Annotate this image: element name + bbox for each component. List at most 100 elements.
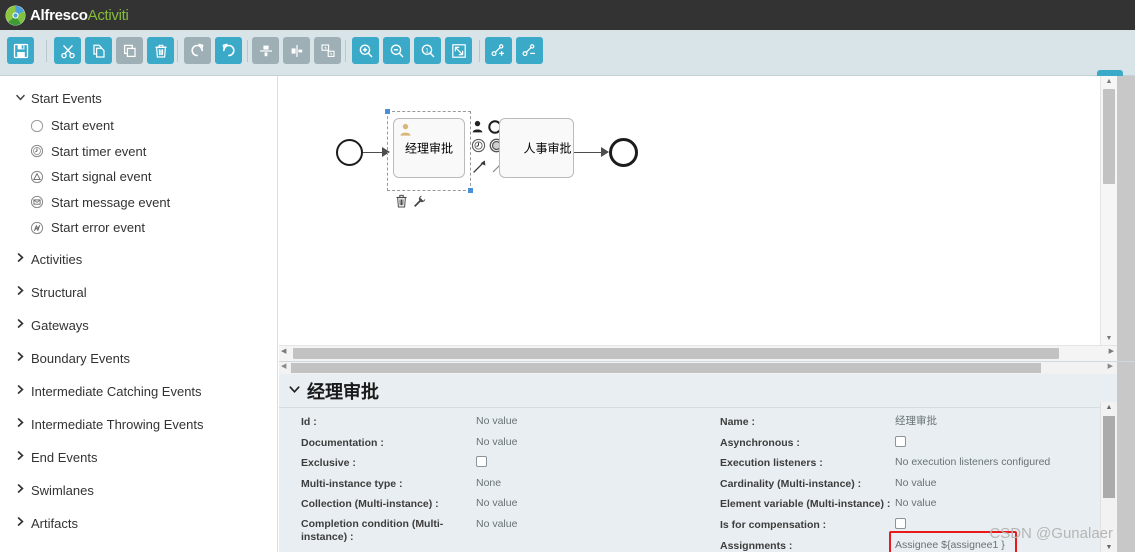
window-scroll-track-lower[interactable]: [1117, 362, 1135, 552]
palette-group-label: Activities: [31, 251, 83, 267]
end-event-node[interactable]: [609, 138, 638, 167]
scroll-right-arrow-icon[interactable]: ▶: [1109, 347, 1114, 355]
property-value: [476, 454, 698, 471]
resize-handle-nw[interactable]: [385, 109, 390, 114]
property-label: Collection (Multi-instance) :: [301, 498, 439, 511]
properties-vertical-scrollbar[interactable]: ▲ ▼: [1100, 402, 1117, 552]
palette-group-intermediate-catching-events[interactable]: Intermediate Catching Events: [0, 377, 277, 406]
user-task-manager-approval[interactable]: 经理审批: [393, 118, 465, 178]
user-task-hr-approval[interactable]: 人事审批: [499, 118, 574, 178]
resize-handle-se[interactable]: [468, 188, 473, 193]
scroll-down-arrow-icon[interactable]: ▼: [1101, 544, 1117, 551]
window-scroll-track[interactable]: [1117, 76, 1135, 361]
wrench-icon[interactable]: [413, 195, 426, 213]
quick-timer-event-icon[interactable]: [471, 138, 486, 158]
chevron-right-icon: [14, 418, 27, 430]
canvas-vertical-scrollbar[interactable]: ▲ ▼: [1100, 76, 1117, 345]
is-for-compensation-checkbox[interactable]: [895, 517, 906, 529]
palette-group-boundary-events[interactable]: Boundary Events: [0, 344, 277, 373]
add-step-button[interactable]: [485, 37, 512, 64]
palette-item-start-message-event[interactable]: Start message event: [0, 190, 277, 216]
bpmn-diagram-canvas[interactable]: 经理审批 人事审批: [279, 76, 1117, 345]
envelope-circle-icon: [30, 195, 44, 209]
properties-horizontal-scrollbar[interactable]: ◀ ▶: [279, 362, 1117, 374]
palette-group-gateways[interactable]: Gateways: [0, 311, 277, 340]
scroll-up-arrow-icon[interactable]: ▲: [1101, 77, 1117, 87]
shape-palette: Start Events Start event Start timer eve…: [0, 76, 278, 552]
palette-group-structural[interactable]: Structural: [0, 278, 277, 307]
properties-horizontal-scroll-thumb[interactable]: [291, 363, 1041, 373]
toolbar-group-zoom: 1: [352, 37, 472, 64]
sequence-flow-1[interactable]: [363, 152, 383, 154]
sequence-flow-2[interactable]: [574, 152, 603, 154]
remove-step-button[interactable]: [516, 37, 543, 64]
palette-group-artifacts[interactable]: Artifacts: [0, 509, 277, 538]
delete-button[interactable]: [147, 37, 174, 64]
delete-icon[interactable]: [395, 194, 408, 213]
exclusive-checkbox[interactable]: [476, 456, 487, 468]
scroll-down-arrow-icon[interactable]: ▼: [1101, 334, 1117, 344]
undo-button[interactable]: [215, 37, 242, 64]
canvas-horizontal-scrollbar[interactable]: ◀ ▶: [279, 345, 1117, 361]
start-event-node[interactable]: [336, 139, 363, 166]
properties-panel: ◀ ▶ 经理审批 Id : No value Documentation : N…: [279, 361, 1135, 552]
palette-group-intermediate-throwing-events[interactable]: Intermediate Throwing Events: [0, 410, 277, 439]
property-label: Element variable (Multi-instance) :: [720, 498, 891, 511]
scroll-left-arrow-icon[interactable]: ◀: [281, 362, 286, 370]
palette-group-activities[interactable]: Activities: [0, 245, 277, 274]
palette-item-start-timer-event[interactable]: Start timer event: [0, 139, 277, 165]
zoom-actual-button[interactable]: 1: [414, 37, 441, 64]
asynchronous-checkbox[interactable]: [895, 435, 906, 447]
canvas-vertical-scroll-thumb[interactable]: [1103, 89, 1115, 184]
signal-triangle-circle-icon: [30, 170, 44, 184]
property-value[interactable]: No execution listeners configured: [895, 454, 1117, 469]
save-button[interactable]: [7, 37, 34, 64]
toolbar-group-file: [7, 37, 34, 64]
property-value[interactable]: 经理审批: [895, 413, 1117, 428]
toolbar-separator: [247, 40, 248, 62]
app-header: AlfrescoActiviti: [0, 0, 1135, 30]
properties-panel-header[interactable]: 经理审批: [279, 374, 1117, 408]
quick-sequence-flow-icon[interactable]: [472, 158, 488, 179]
chevron-down-icon: [289, 383, 300, 398]
copy-button[interactable]: [85, 37, 112, 64]
property-value[interactable]: No value: [476, 495, 698, 510]
canvas-horizontal-scroll-thumb[interactable]: [293, 348, 1059, 359]
zoom-out-button[interactable]: [383, 37, 410, 64]
cut-button[interactable]: [54, 37, 81, 64]
palette-group-end-events[interactable]: End Events: [0, 443, 277, 472]
palette-item-start-event[interactable]: Start event: [0, 113, 277, 139]
property-value[interactable]: No value: [895, 495, 1117, 510]
property-value[interactable]: No value: [476, 434, 698, 449]
palette-group-start-events[interactable]: Start Events: [0, 84, 277, 113]
same-size-button[interactable]: [314, 37, 341, 64]
brand-secondary: Activiti: [87, 6, 129, 24]
property-value[interactable]: Assignee ${assignee1 }: [889, 530, 1117, 552]
align-horizontal-button[interactable]: [283, 37, 310, 64]
scroll-left-arrow-icon[interactable]: ◀: [281, 347, 286, 355]
chevron-down-icon: [14, 93, 27, 105]
property-value[interactable]: None: [476, 475, 698, 490]
align-vertical-button[interactable]: [252, 37, 279, 64]
toolbar-group-history: [184, 37, 242, 64]
properties-column-left: Id : No value Documentation : No value E…: [279, 409, 698, 552]
paste-button[interactable]: [116, 37, 143, 64]
palette-item-start-signal-event[interactable]: Start signal event: [0, 164, 277, 190]
zoom-fit-button[interactable]: [445, 37, 472, 64]
quick-user-task-icon[interactable]: [471, 120, 484, 138]
property-assignments: Assignments : Assignee ${assignee1 }: [698, 530, 1117, 552]
palette-group-swimlanes[interactable]: Swimlanes: [0, 476, 277, 505]
user-task-label: 人事审批: [523, 141, 572, 156]
property-value[interactable]: No value: [476, 516, 698, 531]
zoom-in-button[interactable]: [352, 37, 379, 64]
palette-group-label: Artifacts: [31, 515, 78, 531]
chevron-right-icon: [14, 517, 27, 529]
palette-item-start-error-event[interactable]: Start error event: [0, 215, 277, 241]
scroll-up-arrow-icon[interactable]: ▲: [1101, 404, 1117, 411]
scroll-right-arrow-icon[interactable]: ▶: [1108, 362, 1113, 370]
property-value[interactable]: No value: [476, 413, 698, 428]
property-element-variable-multi-instance: Element variable (Multi-instance) : No v…: [698, 495, 1117, 516]
redo-button[interactable]: [184, 37, 211, 64]
properties-vertical-scroll-thumb[interactable]: [1103, 416, 1115, 498]
property-value[interactable]: No value: [895, 475, 1117, 490]
